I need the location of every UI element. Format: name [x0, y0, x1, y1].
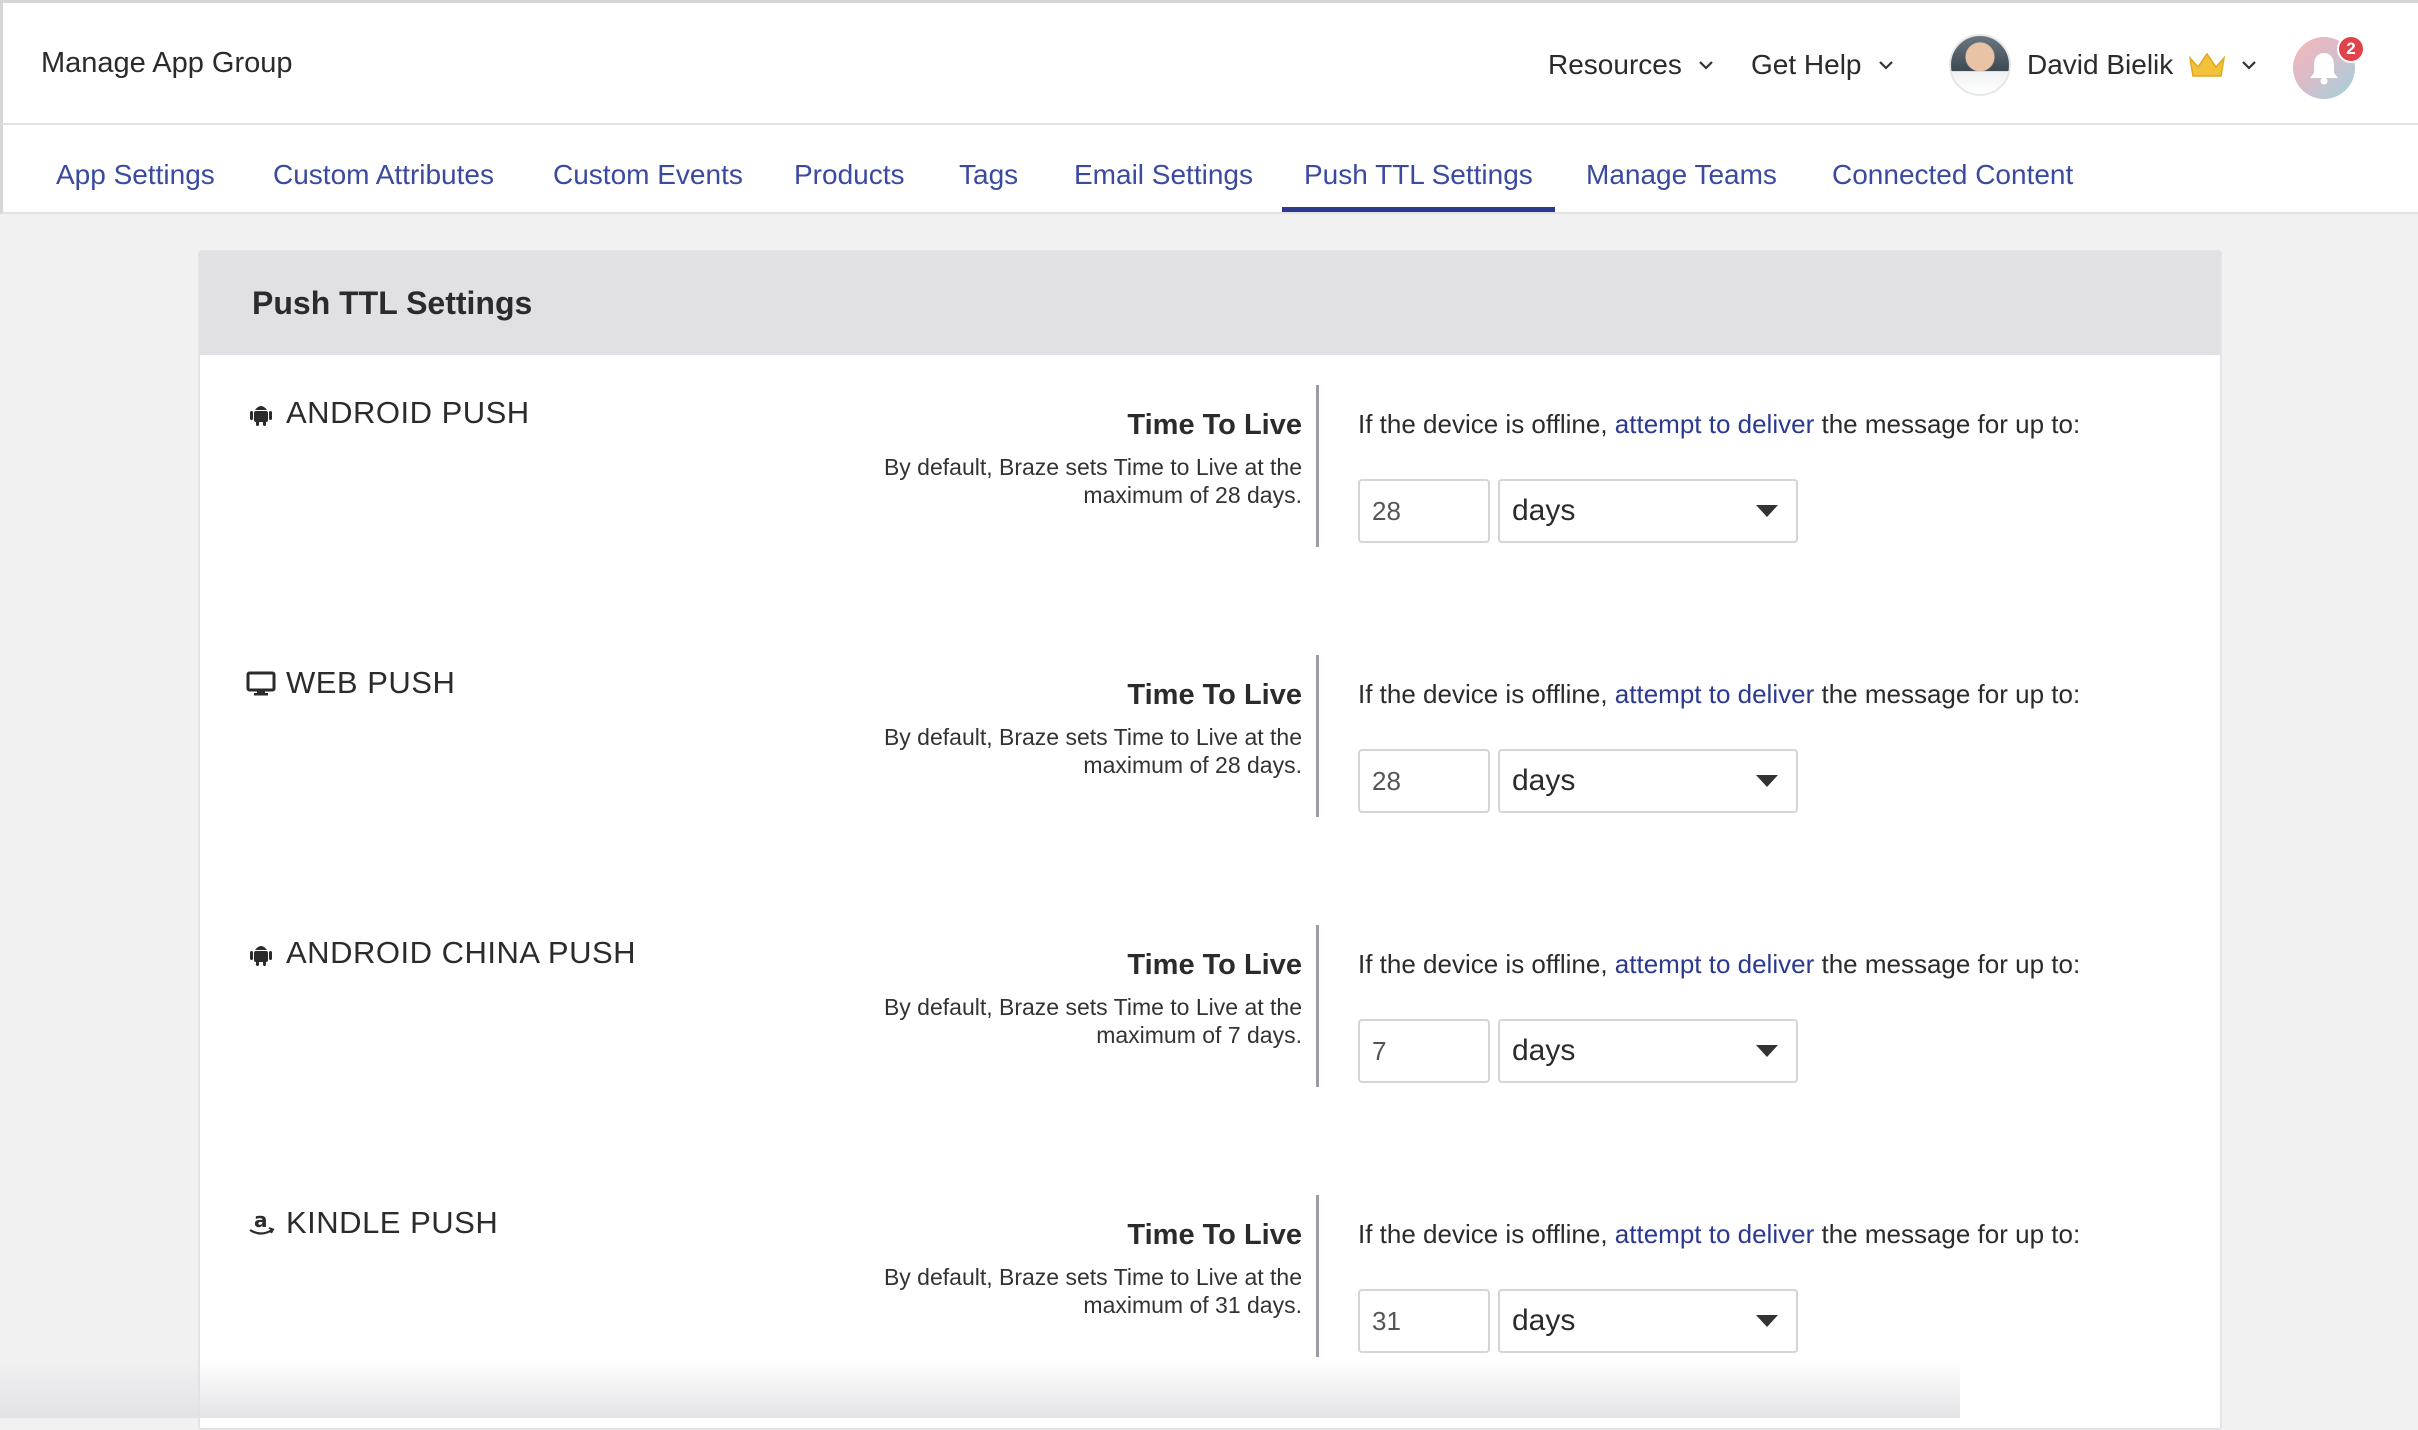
offline-suffix: the message for up to: [1821, 949, 2081, 979]
ttl-unit-value: days [1512, 494, 1576, 527]
ttl-value-input[interactable]: 7 [1358, 1019, 1490, 1083]
offline-sentence: If the device is offline, attempt to del… [1358, 949, 2080, 980]
resources-label: Resources [1548, 49, 1682, 80]
ttl-unit-select[interactable]: days [1498, 479, 1798, 543]
ttl-title: Time To Live [1127, 949, 1302, 981]
attempt-to-deliver-link[interactable]: attempt to deliver [1615, 949, 1814, 979]
tab-app-settings[interactable]: App Settings [56, 159, 215, 191]
avatar [1949, 34, 2011, 96]
offline-prefix: If the device is offline, [1358, 1219, 1608, 1249]
section-android-china-push: ANDROID CHINA PUSH Time To Live By defau… [200, 925, 2220, 1185]
platform-name: WEB PUSH [286, 665, 456, 700]
chevron-down-icon [2242, 61, 2257, 70]
attempt-to-deliver-link[interactable]: attempt to deliver [1615, 679, 1814, 709]
card-header: Push TTL Settings [200, 252, 2220, 355]
tab-manage-teams[interactable]: Manage Teams [1586, 159, 1777, 191]
notifications-button[interactable]: 2 [2293, 35, 2365, 101]
top-header: Manage App Group Resources Get Help Davi… [0, 0, 2418, 125]
ttl-title: Time To Live [1127, 1219, 1302, 1251]
push-ttl-settings-card: Push TTL Settings ANDROID PUSH Time To L… [198, 250, 2222, 1430]
offline-sentence: If the device is offline, attempt to del… [1358, 1219, 2080, 1250]
ttl-unit-value: days [1512, 1034, 1576, 1067]
offline-prefix: If the device is offline, [1358, 679, 1608, 709]
settings-tab-bar: App Settings Custom Attributes Custom Ev… [0, 125, 2418, 214]
desktop-icon [246, 671, 276, 696]
offline-prefix: If the device is offline, [1358, 409, 1608, 439]
platform-name: ANDROID CHINA PUSH [286, 935, 637, 970]
caret-down-icon [1756, 505, 1778, 517]
section-android-push: ANDROID PUSH Time To Live By default, Br… [200, 385, 2220, 645]
section-kindle-push: a KINDLE PUSH Time To Live By default, B… [200, 1195, 2220, 1428]
ttl-title: Time To Live [1127, 409, 1302, 441]
ttl-unit-value: days [1512, 764, 1576, 797]
caret-down-icon [1756, 1045, 1778, 1057]
notification-count-badge: 2 [2337, 35, 2365, 63]
ttl-unit-select[interactable]: days [1498, 749, 1798, 813]
get-help-dropdown[interactable]: Get Help [1751, 49, 1896, 81]
bell-icon [2310, 53, 2338, 85]
svg-text:a: a [254, 1208, 268, 1232]
ttl-value-input[interactable]: 31 [1358, 1289, 1490, 1353]
caret-down-icon [1756, 775, 1778, 787]
offline-sentence: If the device is offline, attempt to del… [1358, 409, 2080, 440]
active-tab-indicator [1282, 207, 1555, 212]
page-title: Manage App Group [41, 47, 293, 79]
amazon-icon: a [249, 1208, 275, 1235]
tab-connected-content[interactable]: Connected Content [1832, 159, 2073, 191]
android-icon [250, 406, 272, 426]
tab-email-settings[interactable]: Email Settings [1074, 159, 1253, 191]
section-divider [1316, 655, 1319, 817]
section-divider [1316, 925, 1319, 1087]
offline-sentence: If the device is offline, attempt to del… [1358, 679, 2080, 710]
user-name: David Bielik [2027, 49, 2174, 80]
platform-label: a KINDLE PUSH [246, 1205, 498, 1241]
platform-label: WEB PUSH [246, 665, 455, 701]
ttl-value-input[interactable]: 28 [1358, 749, 1490, 813]
ttl-title: Time To Live [1127, 679, 1302, 711]
ttl-description: By default, Braze sets Time to Live at t… [883, 724, 1302, 778]
ttl-description: By default, Braze sets Time to Live at t… [883, 454, 1302, 508]
offline-suffix: the message for up to: [1821, 679, 2081, 709]
tab-tags[interactable]: Tags [959, 159, 1018, 191]
android-icon [250, 946, 272, 966]
offline-suffix: the message for up to: [1821, 1219, 2081, 1249]
platform-name: KINDLE PUSH [286, 1205, 499, 1240]
card-title: Push TTL Settings [252, 285, 533, 321]
ttl-description: By default, Braze sets Time to Live at t… [883, 1264, 1302, 1318]
section-divider [1316, 385, 1319, 547]
section-divider [1316, 1195, 1319, 1357]
attempt-to-deliver-link[interactable]: attempt to deliver [1615, 409, 1814, 439]
tab-products[interactable]: Products [794, 159, 905, 191]
ttl-unit-select[interactable]: days [1498, 1289, 1798, 1353]
section-web-push: WEB PUSH Time To Live By default, Braze … [200, 655, 2220, 915]
tab-push-ttl-settings[interactable]: Push TTL Settings [1304, 159, 1533, 191]
platform-name: ANDROID PUSH [286, 395, 530, 430]
platform-label: ANDROID CHINA PUSH [246, 935, 636, 971]
offline-prefix: If the device is offline, [1358, 949, 1608, 979]
resources-dropdown[interactable]: Resources [1548, 49, 1716, 81]
crown-icon [2189, 52, 2226, 77]
attempt-to-deliver-link[interactable]: attempt to deliver [1615, 1219, 1814, 1249]
ttl-unit-select[interactable]: days [1498, 1019, 1798, 1083]
get-help-label: Get Help [1751, 49, 1862, 80]
offline-suffix: the message for up to: [1821, 409, 2081, 439]
chevron-down-icon [1878, 61, 1893, 70]
user-menu[interactable]: David Bielik [1949, 34, 2259, 96]
chevron-down-icon [1699, 61, 1713, 70]
platform-label: ANDROID PUSH [246, 395, 530, 431]
caret-down-icon [1756, 1315, 1778, 1327]
ttl-value-input[interactable]: 28 [1358, 479, 1490, 543]
ttl-description: By default, Braze sets Time to Live at t… [883, 994, 1302, 1048]
ttl-unit-value: days [1512, 1304, 1576, 1337]
tab-custom-attributes[interactable]: Custom Attributes [273, 159, 494, 191]
tab-custom-events[interactable]: Custom Events [553, 159, 743, 191]
